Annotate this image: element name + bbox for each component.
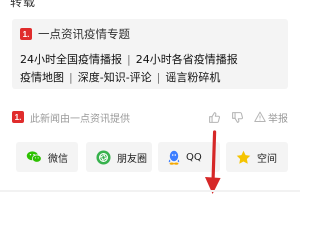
section-divider [0, 190, 300, 192]
report-button[interactable]: 举报 [254, 110, 288, 125]
report-label: 举报 [268, 113, 288, 125]
topic-link-depth-knowledge[interactable]: 深度-知识-评论 [78, 69, 152, 85]
share-qzone-button[interactable]: 空间 [226, 142, 288, 172]
source-row: 1. 此新闻由一点资讯提供 举报 [12, 110, 288, 125]
like-button[interactable] [208, 111, 221, 124]
topic-header[interactable]: 1. 一点资讯疫情专题 [20, 27, 130, 41]
share-moments-label: 朋友圈 [117, 153, 147, 165]
topic-link-rumor-buster[interactable]: 谣言粉碎机 [165, 69, 220, 85]
warning-icon [254, 111, 266, 123]
topic-title[interactable]: 一点资讯疫情专题 [38, 26, 130, 42]
thumbs-up-icon [208, 111, 221, 124]
source-attribution: 此新闻由一点资讯提供 [30, 113, 130, 125]
qzone-icon [236, 150, 251, 165]
topic-link-national-report[interactable]: 24小时全国疫情播报 [20, 51, 122, 67]
share-wechat-label: 微信 [48, 153, 68, 165]
share-wechat-button[interactable]: 微信 [16, 142, 78, 172]
topic-links-row-2: 疫情地图 | 深度-知识-评论 | 谣言粉碎机 [20, 69, 220, 85]
feedback-actions: 举报 [198, 110, 288, 125]
section-title: 转载 [10, 0, 37, 9]
share-bar: 微信 朋友圈 QQ 空间 [16, 142, 288, 172]
link-separator: | [69, 70, 73, 84]
dislike-button[interactable] [231, 111, 244, 124]
topic-link-province-report[interactable]: 24小时各省疫情播报 [136, 51, 238, 67]
share-qzone-label: 空间 [257, 153, 277, 165]
red-arrow-annotation [205, 130, 221, 194]
qq-icon [168, 150, 180, 165]
link-separator: | [156, 70, 161, 84]
yidian-logo-badge: 1. [12, 111, 24, 123]
topic-link-epidemic-map[interactable]: 疫情地图 [20, 69, 64, 85]
yidian-logo-badge: 1. [20, 28, 32, 40]
wechat-icon [26, 150, 42, 164]
topic-card[interactable]: 1. 一点资讯疫情专题 24小时全国疫情播报 | 24小时各省疫情播报 疫情地图… [12, 19, 288, 89]
share-moments-button[interactable]: 朋友圈 [86, 142, 152, 172]
share-qq-label: QQ [186, 151, 202, 163]
thumbs-down-icon [231, 111, 244, 124]
moments-icon [96, 149, 111, 165]
topic-links-row-1: 24小时全国疫情播报 | 24小时各省疫情播报 [20, 51, 238, 67]
link-separator: | [127, 52, 131, 66]
